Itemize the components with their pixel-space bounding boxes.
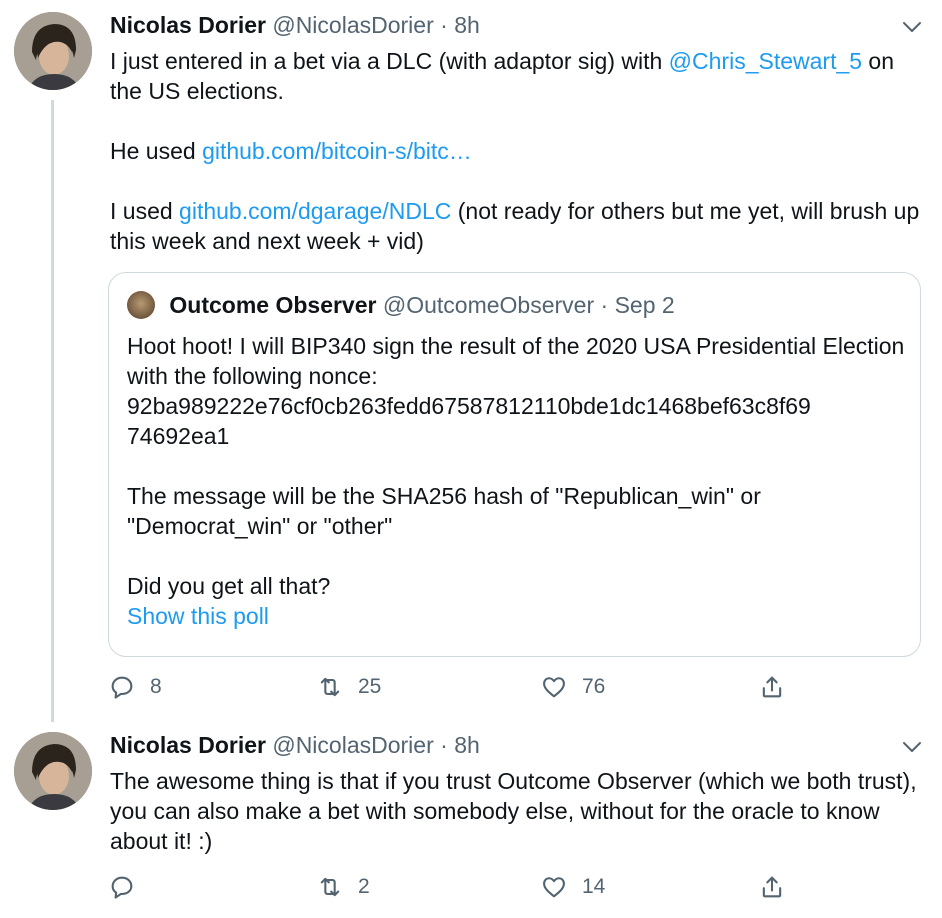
share-button[interactable] <box>758 872 786 902</box>
retweet-count: 25 <box>358 675 382 698</box>
reply-button[interactable]: 8 <box>108 672 162 702</box>
retweet-icon <box>320 677 340 697</box>
tweet-text: The awesome thing is that if you trust O… <box>110 766 920 856</box>
url-link[interactable]: github.com/dgarage/NDLC <box>179 198 451 224</box>
like-count: 14 <box>582 875 606 898</box>
tweet-text: I just entered in a bet via a DLC (with … <box>110 46 920 256</box>
show-poll-link[interactable]: Show this poll <box>127 601 907 631</box>
chevron-down-icon[interactable] <box>902 740 922 754</box>
reply-icon <box>111 876 133 899</box>
text-run: He used <box>110 138 203 164</box>
quoted-timestamp: Sep 2 <box>614 292 675 318</box>
quoted-line: Did you get all that? <box>127 573 331 599</box>
url-link[interactable]: github.com/bitcoin-s/bitc… <box>202 138 472 164</box>
thread-line <box>51 100 54 722</box>
quoted-line: 92ba989222e76cf0cb263fedd67587812110bde1… <box>127 393 811 419</box>
tweet-actions: 8 25 76 <box>108 672 808 702</box>
tweet[interactable]: Nicolas Dorier @NicolasDorier · 8h The a… <box>0 720 942 918</box>
reply-icon <box>111 676 133 699</box>
separator-dot: · <box>440 732 448 758</box>
like-count: 76 <box>582 675 606 698</box>
text-run: I used <box>110 198 180 224</box>
like-icon <box>543 877 565 898</box>
retweet-count: 2 <box>358 875 370 898</box>
tweet-header: Nicolas Dorier @NicolasDorier · 8h <box>110 12 480 42</box>
author-name[interactable]: Nicolas Dorier <box>110 732 266 758</box>
timestamp[interactable]: 8h <box>454 12 480 38</box>
reply-button[interactable] <box>108 872 150 902</box>
share-button[interactable] <box>758 672 786 702</box>
quoted-tweet-text: Hoot hoot! I will BIP340 sign the result… <box>127 331 907 631</box>
author-handle[interactable]: @NicolasDorier <box>272 12 433 38</box>
mention-link[interactable]: @Chris_Stewart_5 <box>669 48 862 74</box>
share-icon <box>762 676 782 698</box>
quoted-line: Hoot hoot! I will BIP340 sign the result… <box>127 333 905 389</box>
retweet-button[interactable]: 25 <box>316 672 381 702</box>
paragraph: He used github.com/bitcoin-s/bitc… <box>110 136 920 166</box>
avatar[interactable] <box>14 12 92 90</box>
retweet-button[interactable]: 2 <box>316 872 370 902</box>
reply-count: 8 <box>150 675 162 698</box>
paragraph: I just entered in a bet via a DLC (with … <box>110 46 920 106</box>
avatar[interactable] <box>14 732 92 810</box>
author-handle[interactable]: @NicolasDorier <box>272 732 433 758</box>
quoted-line: 74692ea1 <box>127 423 230 449</box>
quoted-author-handle: @OutcomeObserver <box>382 292 595 318</box>
paragraph: The awesome thing is that if you trust O… <box>110 768 917 854</box>
retweet-icon <box>320 877 340 897</box>
tweet-header: Nicolas Dorier @NicolasDorier · 8h <box>110 732 480 762</box>
quoted-line: The message will be the SHA256 hash of "… <box>127 483 761 539</box>
paragraph: I used github.com/dgarage/NDLC (not read… <box>110 196 920 256</box>
like-icon <box>543 677 565 698</box>
tweet-actions: 2 14 <box>108 872 808 902</box>
like-button[interactable]: 14 <box>540 872 605 902</box>
timestamp[interactable]: 8h <box>454 732 480 758</box>
quoted-tweet-header: Outcome Observer @OutcomeObserver · Sep … <box>127 291 675 321</box>
chevron-down-icon[interactable] <box>902 20 922 34</box>
separator-dot: · <box>440 12 448 38</box>
share-icon <box>762 876 782 898</box>
author-name[interactable]: Nicolas Dorier <box>110 12 266 38</box>
quoted-author-name: Outcome Observer <box>169 292 377 318</box>
tweet[interactable]: Nicolas Dorier @NicolasDorier · 8h I jus… <box>0 0 942 722</box>
quoted-avatar <box>127 291 155 319</box>
like-button[interactable]: 76 <box>540 672 605 702</box>
text-run: I just entered in a bet via a DLC (with … <box>110 48 669 74</box>
quoted-tweet[interactable]: Outcome Observer @OutcomeObserver · Sep … <box>108 272 921 657</box>
separator-dot: · <box>600 292 609 318</box>
